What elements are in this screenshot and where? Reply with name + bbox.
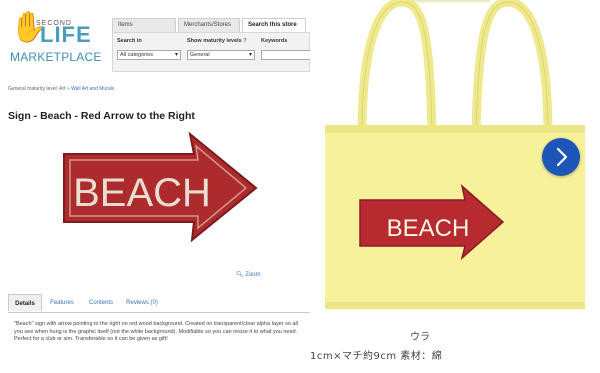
second-life-logo[interactable]: ✋ SECOND LIFE MARKETPLACE: [8, 10, 103, 75]
search-in-label: Search in: [117, 38, 142, 44]
product-description: "Beach" sign with arrow pointing to the …: [14, 321, 298, 342]
breadcrumb: General maturity level: Art » Wall Art a…: [8, 86, 115, 92]
tab-contents[interactable]: Contents: [82, 294, 120, 311]
product-title: Sign - Beach - Red Arrow to the Right: [8, 110, 195, 122]
zoom-link[interactable]: 🔍︎ Zoom: [236, 271, 261, 278]
next-button[interactable]: [542, 138, 580, 176]
tab-search-this-store[interactable]: Search this store: [242, 18, 306, 32]
tab-items[interactable]: Items: [112, 18, 176, 32]
tab-details[interactable]: Details: [8, 294, 42, 311]
product-tabs: Details Features Contents Reviews (0): [8, 294, 310, 313]
maturity-select[interactable]: General ▾: [187, 50, 255, 60]
category-select[interactable]: All categories ▾: [117, 50, 181, 60]
help-icon[interactable]: ?: [243, 38, 246, 44]
maturity-label: Show maturity levels ?: [187, 38, 247, 44]
dropdown-arrow-icon: ▾: [174, 52, 178, 58]
logo-marketplace-text: MARKETPLACE: [10, 50, 102, 64]
chevron-right-icon: [556, 147, 568, 167]
sign-text: BEACH: [73, 171, 211, 215]
breadcrumb-wall-art[interactable]: Wall Art and Murals: [71, 86, 114, 92]
logo-life-text: LIFE: [40, 22, 92, 47]
tote-bag-panel: BEACH ウラ 1cm×マチ約9cm 素材：綿: [310, 0, 600, 373]
bag-sign-text: BEACH: [387, 215, 470, 242]
dropdown-arrow-icon: ▾: [248, 52, 252, 58]
caption-size-material: 1cm×マチ約9cm 素材：綿: [310, 351, 443, 362]
caption-back: ウラ: [410, 332, 430, 343]
beach-sign-image[interactable]: BEACH: [62, 132, 258, 242]
keywords-label: Keywords: [261, 38, 288, 44]
breadcrumb-art[interactable]: Art: [59, 86, 65, 92]
search-box: Items Merchants/Stores Search this store…: [112, 18, 310, 74]
tab-features[interactable]: Features: [44, 294, 80, 311]
tab-merchants-stores[interactable]: Merchants/Stores: [178, 18, 240, 32]
marketplace-panel: ✋ SECOND LIFE MARKETPLACE Items Merchant…: [0, 0, 310, 373]
keywords-input[interactable]: [261, 50, 310, 60]
tab-reviews[interactable]: Reviews (0): [122, 294, 162, 311]
magnifier-icon: 🔍︎: [236, 272, 244, 278]
